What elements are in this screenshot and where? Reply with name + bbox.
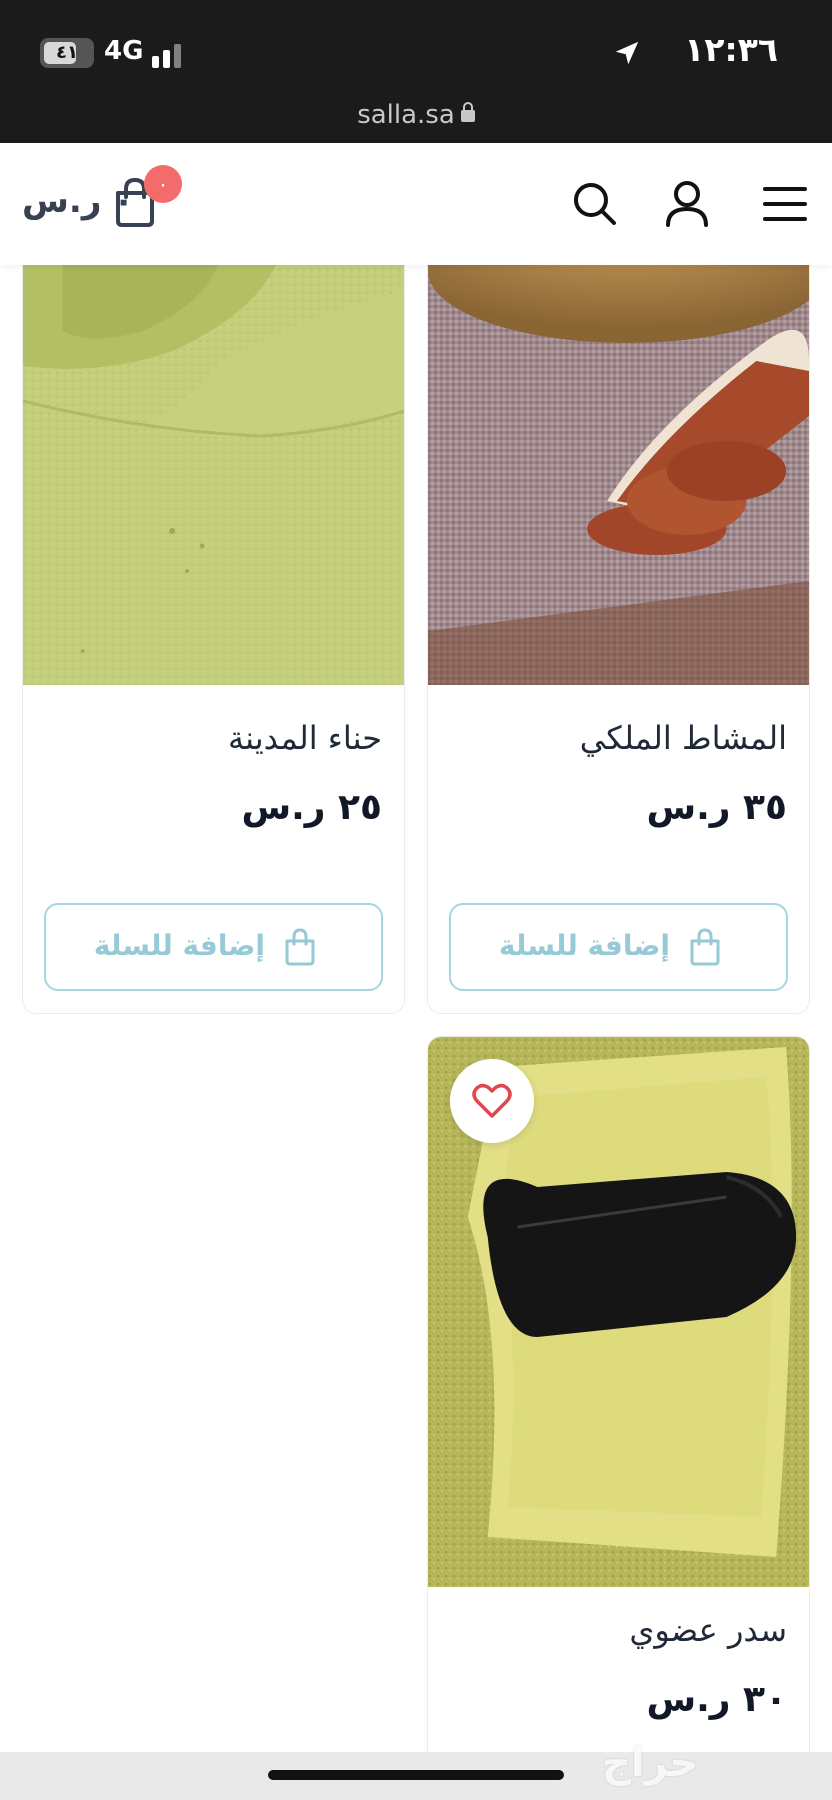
watermark-logo: حراج <box>602 1740 699 1786</box>
network-type: 4G <box>104 36 144 66</box>
bag-icon <box>690 928 720 966</box>
favorite-button[interactable] <box>450 1059 534 1143</box>
heart-icon <box>472 1083 512 1118</box>
product-price: ٣٠ ر.س <box>646 1679 787 1720</box>
product-card[interactable]: المشاط الملكي ٣٥ ر.س إضافة للسلة <box>427 250 810 1014</box>
product-name[interactable]: سدر عضوي <box>629 1611 787 1649</box>
home-indicator[interactable] <box>268 1770 564 1780</box>
add-to-cart-button[interactable]: إضافة للسلة <box>44 903 383 991</box>
product-name[interactable]: حناء المدينة <box>228 719 382 757</box>
bag-icon <box>285 928 315 966</box>
add-to-cart-label: إضافة للسلة <box>93 929 265 962</box>
search-icon[interactable] <box>570 179 620 229</box>
cart-count-badge: ٠ <box>144 165 182 203</box>
product-price: ٢٥ ر.س <box>241 787 382 828</box>
status-bar: ٤١ 4G ١٢:٣٦ salla.sa <box>0 0 832 143</box>
product-image[interactable] <box>428 251 809 685</box>
lock-icon <box>460 102 475 122</box>
user-icon[interactable] <box>662 179 712 229</box>
signal-icon <box>152 40 196 68</box>
address-bar[interactable]: salla.sa <box>0 100 832 130</box>
add-to-cart-button[interactable]: إضافة للسلة <box>449 903 788 991</box>
store-header: ٠ ر.س ٠ <box>0 143 832 265</box>
product-image[interactable] <box>23 251 404 685</box>
battery-icon: ٤١ <box>40 38 94 68</box>
url-text: salla.sa <box>357 100 455 130</box>
add-to-cart-label: إضافة للسلة <box>498 929 670 962</box>
menu-icon[interactable] <box>760 179 810 229</box>
battery-level: ٤١ <box>56 42 78 63</box>
location-arrow-icon <box>615 41 639 65</box>
status-time: ١٢:٣٦ <box>684 30 778 69</box>
product-price: ٣٥ ر.س <box>646 787 787 828</box>
product-name[interactable]: المشاط الملكي <box>580 719 787 757</box>
product-card[interactable]: حناء المدينة ٢٥ ر.س إضافة للسلة <box>22 250 405 1014</box>
product-card[interactable]: سدر عضوي ٣٠ ر.س <box>427 1036 810 1796</box>
